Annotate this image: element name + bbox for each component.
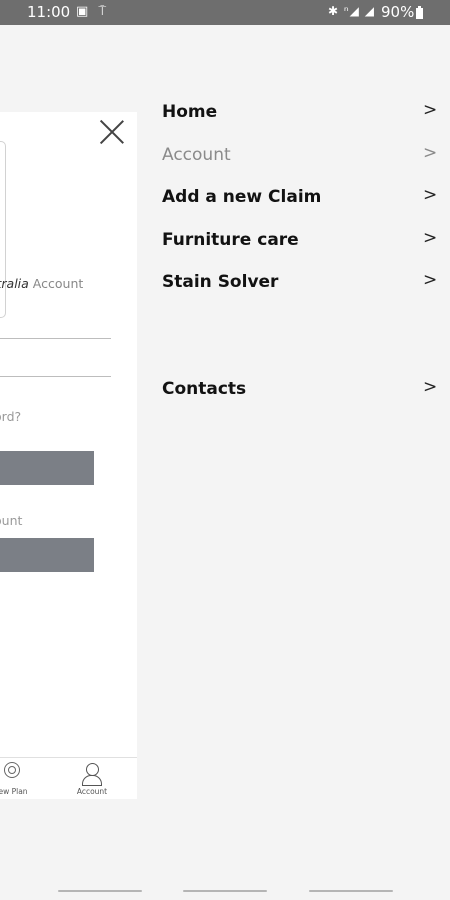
signal-icons: ✱ ⁿ◢ ◢ xyxy=(328,4,375,18)
menu-item-home[interactable]: Home > xyxy=(162,100,450,132)
chevron-right-icon: > xyxy=(423,100,438,120)
menu-item-account[interactable]: Account > xyxy=(162,143,450,175)
plan-icon xyxy=(4,762,20,778)
chevron-right-icon: > xyxy=(423,228,438,248)
brand-name-text: stralia xyxy=(0,276,29,291)
chevron-right-icon: > xyxy=(423,270,438,290)
account-card xyxy=(0,141,6,318)
nav-back-handle[interactable] xyxy=(309,890,393,892)
create-account-button[interactable] xyxy=(0,538,94,572)
chevron-right-icon: > xyxy=(423,185,438,205)
email-field[interactable] xyxy=(0,338,111,339)
menu-item-furniture-care[interactable]: Furniture care > xyxy=(162,228,450,260)
chevron-right-icon: > xyxy=(423,143,438,163)
battery-icon xyxy=(416,6,423,19)
tab-account[interactable]: Account xyxy=(67,758,117,798)
menu-item-label: Home xyxy=(162,102,218,122)
create-account-text: ount xyxy=(0,513,23,528)
account-word-text: Account xyxy=(28,276,84,291)
nav-home-handle[interactable] xyxy=(183,890,267,892)
login-button[interactable] xyxy=(0,451,94,485)
chevron-right-icon: > xyxy=(423,377,438,397)
tab-new-plan[interactable]: ew Plan xyxy=(0,758,38,798)
tab-account-label: Account xyxy=(76,787,108,796)
nav-recents-handle[interactable] xyxy=(58,890,142,892)
close-icon[interactable] xyxy=(98,118,126,146)
menu-item-label: Stain Solver xyxy=(162,272,279,292)
battery-percentage: 90% xyxy=(381,3,415,21)
password-field[interactable] xyxy=(0,376,111,377)
menu-item-label: Furniture care xyxy=(162,230,299,250)
bottom-tab-bar: ew Plan Account xyxy=(0,757,137,799)
status-time: 11:00 xyxy=(27,3,71,21)
tab-new-plan-label: ew Plan xyxy=(0,787,28,796)
forgot-password-link[interactable]: ord? xyxy=(0,409,21,424)
status-bar: 11:00 ▣ ⍑ ✱ ⁿ◢ ◢ 90% xyxy=(0,0,450,25)
menu-item-contacts[interactable]: Contacts > xyxy=(162,377,450,409)
menu-item-add-claim[interactable]: Add a new Claim > xyxy=(162,185,450,217)
menu-item-label: Account xyxy=(162,145,231,165)
link-account-text: stralia Account xyxy=(0,276,83,291)
notification-icons: ▣ ⍑ xyxy=(76,4,110,19)
menu-item-label: Add a new Claim xyxy=(162,187,322,207)
menu-item-label: Contacts xyxy=(162,379,247,399)
menu-item-stain-solver[interactable]: Stain Solver > xyxy=(162,270,450,302)
user-icon xyxy=(81,762,103,786)
